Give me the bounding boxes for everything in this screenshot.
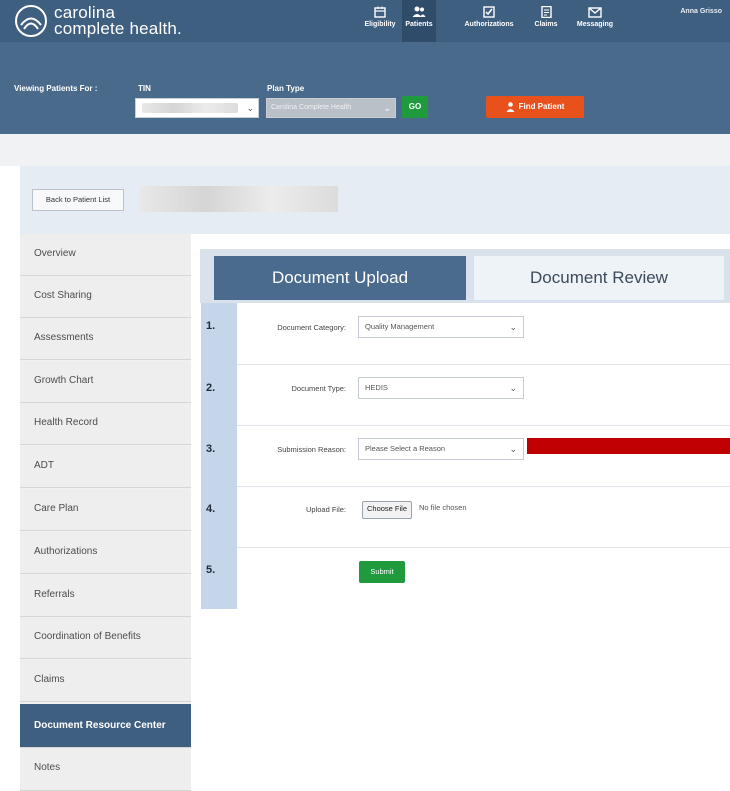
highlight-arrow-bar	[527, 438, 730, 454]
nav-authorizations[interactable]: Authorizations	[460, 6, 518, 28]
logo-icon	[15, 5, 47, 37]
person-icon	[506, 102, 515, 112]
claims-icon	[540, 6, 552, 18]
row-divider	[237, 486, 730, 487]
calendar-icon	[374, 6, 386, 18]
row-divider	[237, 547, 730, 548]
sidebar-item-authorizations[interactable]: Authorizations	[20, 532, 191, 574]
nav-claims-label: Claims	[534, 21, 558, 28]
patients-icon	[412, 6, 426, 17]
page-spacer	[0, 134, 730, 166]
logo-text: carolina complete health.	[54, 4, 182, 38]
upload-file-label: Upload File:	[305, 505, 346, 514]
sidebar-item-claims[interactable]: Claims	[20, 660, 191, 702]
chevron-down-icon: ⌄	[246, 103, 254, 113]
sidebar-item-health-record[interactable]: Health Record	[20, 403, 191, 445]
nav-claims[interactable]: Claims	[532, 6, 560, 28]
sidebar-item-cost-sharing[interactable]: Cost Sharing	[20, 276, 191, 318]
document-type-label: Document Type:	[291, 384, 346, 393]
authorizations-icon	[483, 6, 495, 18]
nav-patients[interactable]: Patients	[402, 0, 436, 42]
tab-document-upload[interactable]: Document Upload	[214, 256, 466, 300]
top-header: carolina complete health. Eligibility Pa…	[0, 0, 730, 42]
tin-select[interactable]: ⌄	[135, 98, 259, 118]
nav-messaging-label: Messaging	[576, 21, 614, 28]
no-file-chosen-text: No file chosen	[419, 503, 467, 512]
nav-patients-label: Patients	[405, 21, 433, 28]
row-divider	[237, 425, 730, 426]
step-number-2: 2.	[206, 382, 216, 394]
tab-document-review[interactable]: Document Review	[474, 256, 724, 300]
logo-line-2: complete health.	[54, 19, 182, 38]
submission-reason-label: Submission Reason:	[277, 445, 346, 454]
go-button[interactable]: GO	[402, 96, 428, 118]
patient-filter-bar	[0, 42, 730, 134]
logo[interactable]: carolina complete health.	[14, 4, 182, 38]
plan-type-label: Plan Type	[267, 84, 305, 93]
submit-button[interactable]: Submit	[359, 561, 405, 583]
find-patient-button[interactable]: Find Patient	[486, 96, 584, 118]
sidebar-item-referrals[interactable]: Referrals	[20, 575, 191, 617]
step-number-1: 1.	[206, 320, 216, 332]
patient-header-bar	[20, 166, 730, 234]
document-category-select[interactable]: Quality Management ⌄	[358, 316, 524, 338]
chevron-down-icon: ⌄	[509, 444, 517, 454]
row-divider	[237, 364, 730, 365]
patient-name-redacted	[140, 186, 338, 212]
sidebar-item-care-plan[interactable]: Care Plan	[20, 489, 191, 531]
step-number-3: 3.	[206, 443, 216, 455]
sidebar-item-document-resource-center[interactable]: Document Resource Center	[20, 704, 191, 748]
nav-eligibility-label: Eligibility	[364, 21, 396, 28]
chevron-down-icon: ⌄	[509, 322, 517, 332]
tin-value-redacted	[142, 103, 238, 113]
document-category-value: Quality Management	[365, 322, 435, 331]
envelope-icon	[588, 7, 602, 18]
sidebar-item-growth-chart[interactable]: Growth Chart	[20, 361, 191, 403]
step-number-4: 4.	[206, 503, 216, 515]
sidebar-item-notes[interactable]: Notes	[20, 748, 191, 791]
submission-reason-value: Please Select a Reason	[365, 444, 446, 453]
sidebar-item-coordination-of-benefits[interactable]: Coordination of Benefits	[20, 617, 191, 659]
nav-authorizations-label: Authorizations	[464, 21, 514, 28]
sidebar-item-overview[interactable]: Overview	[20, 234, 191, 276]
document-type-value: HEDIS	[365, 383, 388, 392]
find-patient-label: Find Patient	[518, 102, 565, 111]
plan-type-select[interactable]: Carolina Complete Health ⌄	[266, 98, 396, 118]
chevron-down-icon: ⌄	[509, 383, 517, 393]
viewing-patients-label: Viewing Patients For :	[14, 84, 98, 93]
tin-label: TIN	[138, 84, 151, 93]
back-to-patient-list-button[interactable]: Back to Patient List	[32, 189, 124, 211]
nav-eligibility[interactable]: Eligibility	[363, 6, 397, 28]
nav-messaging[interactable]: Messaging	[575, 6, 615, 28]
submission-reason-select[interactable]: Please Select a Reason ⌄	[358, 438, 524, 460]
sidebar-item-adt[interactable]: ADT	[20, 446, 191, 488]
document-type-select[interactable]: HEDIS ⌄	[358, 377, 524, 399]
choose-file-button[interactable]: Choose File	[362, 501, 413, 519]
user-name[interactable]: Anna Grisso	[680, 8, 722, 15]
document-category-label: Document Category:	[277, 323, 346, 332]
step-number-5: 5.	[206, 564, 216, 576]
chevron-down-icon: ⌄	[383, 103, 391, 113]
plan-type-value: Carolina Complete Health	[271, 104, 352, 111]
sidebar-item-assessments[interactable]: Assessments	[20, 318, 191, 360]
